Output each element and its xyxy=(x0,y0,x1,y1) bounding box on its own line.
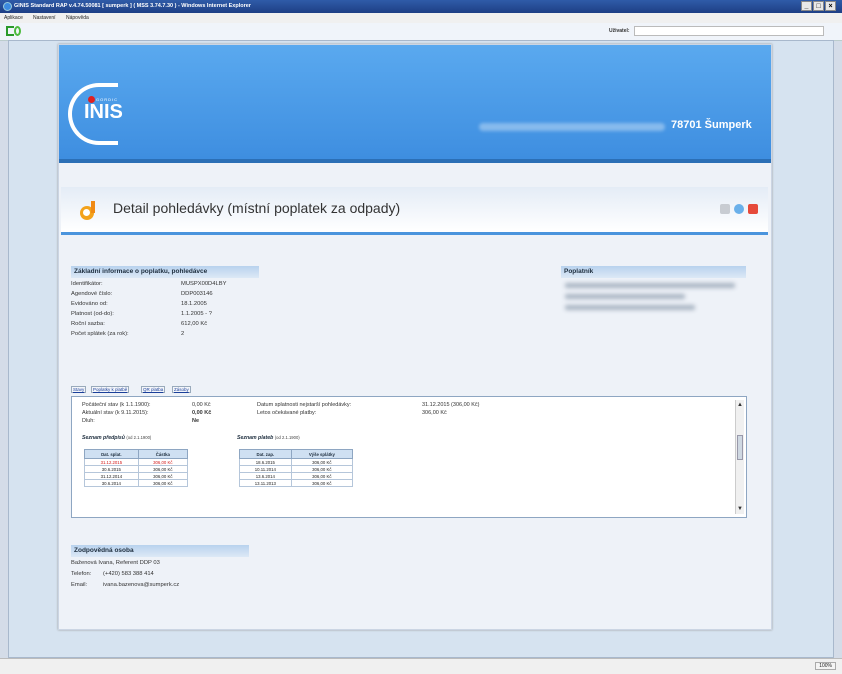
status-current-label: Aktuální stav (k 9.11.2015): xyxy=(82,410,149,416)
contact-heading: Zodpovědná osoba xyxy=(71,545,249,557)
table-row: 31.12.2014 306,00 Kč xyxy=(84,472,189,480)
status-expected-label: Letos očekávané platby: xyxy=(257,410,317,416)
header-actions xyxy=(720,204,758,214)
detail-icon xyxy=(80,201,97,220)
payer-name-blurred xyxy=(565,283,735,288)
prescriptions-note: (od 2.1.1900) xyxy=(126,435,152,440)
tab-stavy[interactable]: Stavy xyxy=(71,386,87,393)
menu-item-nastaveni[interactable]: Nastavení xyxy=(33,15,56,21)
banner-city: 78701 Šumperk xyxy=(671,119,752,131)
status-initial-value: 0,00 Kč xyxy=(192,402,211,408)
contact-name: Baženová Ivana, Referent DDP 03 xyxy=(71,560,160,566)
home-icon[interactable] xyxy=(6,26,14,36)
window-controls: _ □ × xyxy=(801,1,836,11)
status-bar: 100% xyxy=(0,658,842,674)
table-header: Výše splátky xyxy=(290,449,354,459)
status-initial-label: Počáteční stav (k 1.1.1900): xyxy=(82,402,151,408)
scroll-thumb[interactable] xyxy=(737,435,743,460)
table-row: 30.6.2015 306,00 Kč xyxy=(84,465,189,473)
payer-city-blurred xyxy=(565,305,695,310)
home-page-icon[interactable] xyxy=(748,204,758,214)
prescriptions-table: Dat. splat. Částka 31.12.2015 306,00 Kč 30… xyxy=(84,449,189,487)
status-due-value: 31.12.2015 (306,00 Kč) xyxy=(422,402,480,408)
minimize-button[interactable]: _ xyxy=(801,1,812,11)
banner: GORDIC INIS 78701 Šumperk xyxy=(59,45,771,163)
status-panel: Počáteční stav (k 1.1.1900): 0,00 Kč Akt… xyxy=(71,396,747,518)
window-titlebar: GINIS Standard RAP v.4.74.50081 [ sumper… xyxy=(0,0,842,13)
close-button[interactable]: × xyxy=(825,1,836,11)
maximize-button[interactable]: □ xyxy=(813,1,824,11)
table-row: 13.11.2013 306,00 Kč xyxy=(239,479,354,487)
logo-ginis-text: INIS xyxy=(84,101,123,123)
table-row: 31.12.2015 306,00 Kč xyxy=(84,458,189,466)
status-debt-label: Dluh: xyxy=(82,418,95,424)
payments-table: Dat. zap. Výše splátky 18.6.2015 306,00 Kč… xyxy=(239,449,354,487)
table-row: 13.6.2014 306,00 Kč xyxy=(239,472,354,480)
status-debt-value: Ne xyxy=(192,418,200,424)
page-header: Detail pohledávky (místní poplatek za od… xyxy=(61,187,768,235)
user-label: Uživatel: xyxy=(609,28,630,34)
table-header: Částka xyxy=(137,449,189,459)
table-header: Dat. splat. xyxy=(84,449,139,459)
contact-phone: (+420) 583 388 414 xyxy=(103,571,154,577)
window-title: GINIS Standard RAP v.4.74.50081 [ sumper… xyxy=(14,3,251,9)
contact-email[interactable]: ivana.bazenova@sumperk.cz xyxy=(103,582,179,588)
table-row: 10.11.2014 306,00 Kč xyxy=(239,465,354,473)
table-header: Dat. zap. xyxy=(239,449,292,459)
page-container: GORDIC INIS 78701 Šumperk Detail pohledá… xyxy=(58,44,772,630)
prescriptions-heading: Seznam předpisů (od 2.1.1900) xyxy=(82,435,152,441)
payer-address-blurred xyxy=(565,294,685,299)
payer-heading: Poplatník xyxy=(561,266,746,278)
back-icon[interactable] xyxy=(734,204,744,214)
menu-item-napoveda[interactable]: Nápověda xyxy=(66,15,89,21)
basic-info-heading: Základní informace o poplatku, pohledávc… xyxy=(71,266,259,278)
tab-qr-platba[interactable]: QR platba xyxy=(141,386,166,393)
status-current-value: 0,00 Kč xyxy=(192,410,212,416)
status-due-label: Datum splatnosti nejstarší pohledávky: xyxy=(257,402,352,408)
table-row: 18.6.2015 306,00 Kč xyxy=(239,458,354,466)
contact-phone-label: Telefon: xyxy=(71,571,92,577)
menu-item-aplikace[interactable]: Aplikace xyxy=(4,15,23,21)
tab-poplatky[interactable]: Poplatky k platbě xyxy=(91,386,130,393)
payments-heading: Seznam plateb (od 2.1.1900) xyxy=(237,435,300,441)
zoom-control[interactable]: 100% xyxy=(815,662,836,670)
table-row: 30.6.2014 306,00 Kč xyxy=(84,479,189,487)
ie-icon xyxy=(3,2,12,11)
print-icon[interactable] xyxy=(720,204,730,214)
page-title: Detail pohledávky (místní poplatek za od… xyxy=(113,200,401,216)
payments-note: (od 2.1.1900) xyxy=(274,435,300,440)
app-toolbar: Uživatel: xyxy=(0,23,842,41)
user-field xyxy=(634,26,824,36)
tab-zasoby[interactable]: Zásoby xyxy=(172,386,191,393)
scroll-down-icon[interactable]: ▼ xyxy=(737,506,743,512)
contact-email-label: Email: xyxy=(71,582,88,588)
status-expected-value: 306,00 Kč xyxy=(422,410,447,416)
scroll-up-icon[interactable]: ▲ xyxy=(737,402,743,408)
banner-address-blurred xyxy=(479,123,665,131)
refresh-icon[interactable] xyxy=(14,26,21,36)
menu-bar: Aplikace Nastavení Nápověda xyxy=(0,13,842,23)
panel-scrollbar[interactable]: ▲ ▼ xyxy=(735,400,744,514)
